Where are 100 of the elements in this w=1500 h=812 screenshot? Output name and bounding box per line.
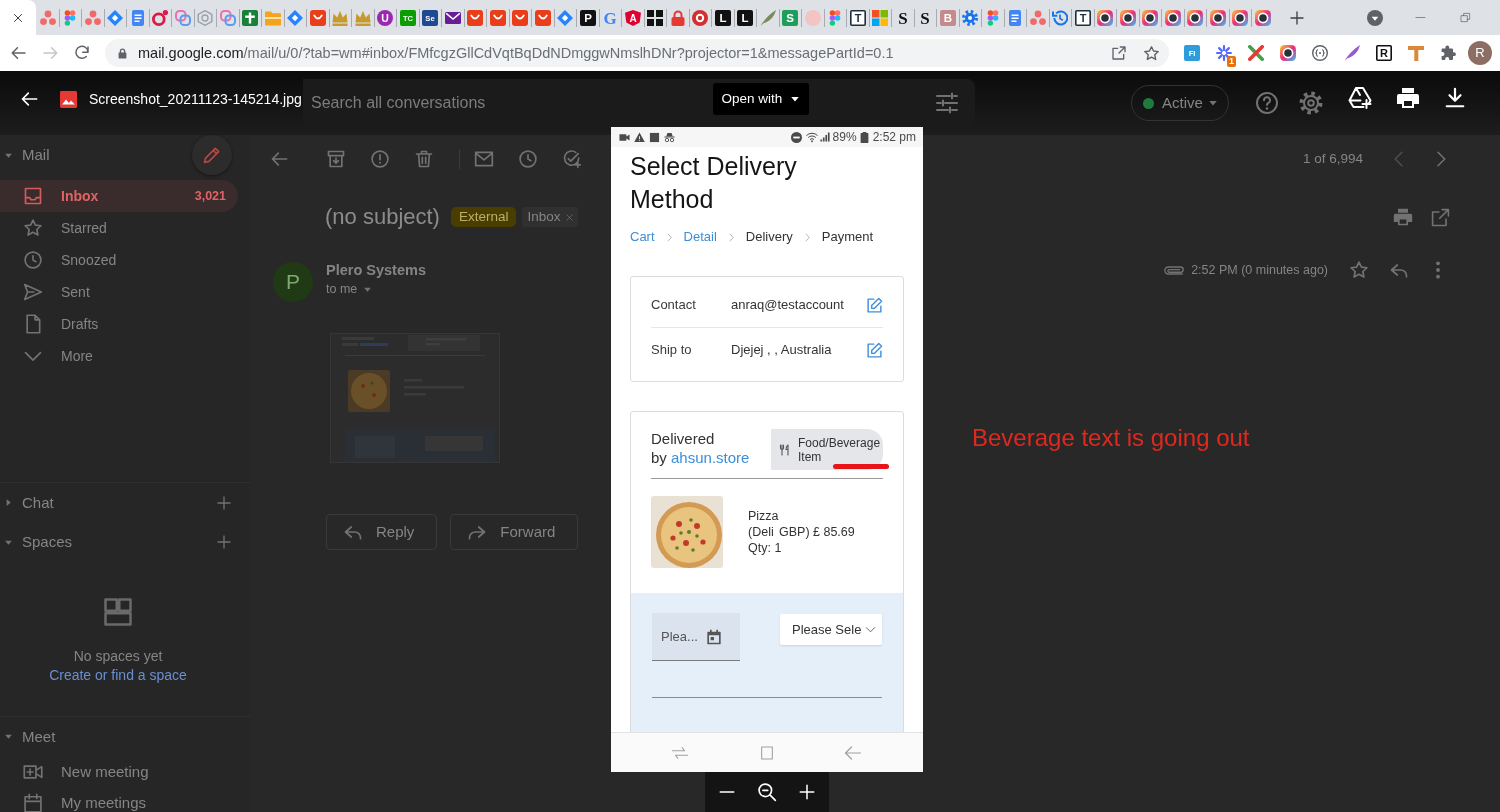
bookmark-star-icon[interactable] (1143, 44, 1160, 62)
reload-icon[interactable] (73, 44, 91, 62)
browser-tab[interactable]: T (1072, 0, 1094, 35)
calendar-icon[interactable] (706, 628, 722, 645)
forward-icon[interactable] (41, 44, 59, 62)
star-icon (23, 218, 43, 238)
select-field[interactable]: Please Sele (780, 614, 882, 645)
send-icon (23, 282, 43, 302)
create-space-link[interactable]: Create or find a space (49, 666, 187, 684)
extension-button[interactable]: R (1368, 39, 1400, 67)
restore-icon[interactable] (1459, 12, 1471, 23)
download-icon[interactable] (1444, 87, 1466, 109)
section-heading: Spaces (22, 533, 73, 551)
browser-tab[interactable]: A (622, 0, 644, 35)
home-icon[interactable] (759, 744, 775, 761)
browser-tab[interactable]: P (577, 0, 599, 35)
add-task-icon[interactable] (562, 149, 582, 169)
label-chip: External (450, 207, 517, 227)
nav-item[interactable]: More (0, 340, 238, 372)
chevron-right-icon (664, 232, 674, 242)
lens-icon (1232, 9, 1249, 26)
browser-tab[interactable]: S (914, 0, 936, 35)
back-icon[interactable] (20, 89, 40, 109)
nav-item[interactable]: My meetings (0, 787, 250, 812)
open-with-button[interactable]: Open with (713, 83, 809, 115)
close-icon[interactable] (12, 11, 24, 24)
letter-tile-icon: B (939, 9, 956, 26)
caret-right-icon[interactable] (4, 498, 13, 507)
browser-tab[interactable]: L (712, 0, 734, 35)
time-text: 2:52 PM (0 minutes ago) (1191, 262, 1328, 278)
breadcrumb-link[interactable]: Payment (821, 229, 874, 245)
pencil-icon (202, 145, 222, 165)
forward-button[interactable]: Forward (450, 514, 579, 550)
zoom-icon[interactable] (757, 782, 777, 802)
date-field[interactable]: Plea... (652, 613, 740, 661)
sender-avatar: P (273, 262, 313, 302)
envelope-icon[interactable] (474, 149, 494, 169)
browser-tab[interactable]: U (374, 0, 396, 35)
address-bar[interactable]: mail.google.com/mail/u/0/?tab=wm#inbox/FMfcgzGllCdVqtBqDdNDmggwNmslhDNr?projector=1&messagePartId=0.1 (105, 39, 1169, 67)
edit-icon[interactable] (866, 296, 883, 314)
open-new-window-icon[interactable] (1431, 207, 1450, 227)
settings-icon[interactable] (1299, 91, 1323, 115)
field-label: Contact (651, 297, 697, 313)
extension-button[interactable]: 1 (1208, 39, 1240, 67)
compose-button[interactable] (192, 135, 232, 175)
nav-item[interactable]: Snoozed (0, 244, 238, 276)
breadcrumb-link[interactable]: Delivery (745, 229, 793, 245)
video-camera-icon (619, 131, 630, 143)
field-value: Djejej , , Australia (731, 342, 832, 358)
nav-item[interactable]: New meeting (0, 756, 250, 787)
caret-down-icon (790, 94, 801, 104)
report-icon[interactable] (370, 149, 390, 169)
browser-tab[interactable]: T (847, 0, 869, 35)
breadcrumb-link[interactable]: Detail (683, 229, 717, 245)
sender-name: Plero Systems (326, 262, 426, 278)
chevron-right-icon (802, 232, 812, 242)
letter-tile-icon: S (782, 9, 799, 26)
nav-item[interactable]: Inbox 3,021 (0, 180, 238, 212)
caret-circle-icon[interactable] (1366, 9, 1383, 26)
wifi-icon (805, 131, 818, 143)
trash-icon[interactable] (414, 149, 434, 169)
browser-tab[interactable]: L (734, 0, 756, 35)
filter-icon[interactable] (935, 91, 959, 115)
browser-tab[interactable]: S (892, 0, 914, 35)
lens-icon (1142, 9, 1159, 26)
edit-icon[interactable] (866, 341, 883, 359)
archive-icon[interactable] (326, 149, 346, 169)
browser-tab[interactable]: B (937, 0, 959, 35)
delivered-by-text: by ahsun.store (651, 448, 750, 467)
help-icon[interactable] (1255, 91, 1279, 115)
share-icon[interactable] (1111, 45, 1127, 61)
plus-icon[interactable] (216, 494, 232, 511)
subject-text: (no subject) (325, 203, 440, 231)
zoom-in-icon[interactable] (798, 783, 816, 801)
browser-tab[interactable]: S (779, 0, 801, 35)
nav-item[interactable]: Drafts (0, 308, 238, 340)
breadcrumb-link[interactable]: Cart (630, 229, 655, 245)
snooze-clock-icon[interactable] (518, 149, 538, 169)
count-badge: 1 (1227, 56, 1236, 67)
spaces-icon (103, 597, 133, 627)
item-name: Pizza (Deli (748, 508, 779, 540)
lens-icon (1119, 9, 1136, 26)
caret-down-icon[interactable] (4, 732, 13, 741)
star-icon[interactable] (1349, 260, 1369, 280)
profile-avatar[interactable]: R (1468, 41, 1492, 65)
store-link[interactable]: ahsun.store (671, 449, 750, 466)
browser-tab[interactable]: G (599, 0, 621, 35)
warning-icon (634, 131, 645, 143)
attachment-preview-drawing[interactable] (330, 333, 500, 463)
plus-icon[interactable] (216, 534, 232, 550)
new-tab-icon[interactable] (1288, 9, 1305, 26)
remove-icon[interactable] (564, 212, 574, 222)
print-icon[interactable] (1396, 86, 1420, 110)
lens-icon (1280, 45, 1296, 61)
nav-item[interactable]: Sent (0, 276, 238, 308)
reply-button[interactable]: Reply (326, 514, 438, 550)
triangle-plus-icon[interactable] (1348, 86, 1372, 110)
square-icon (649, 131, 660, 143)
inbox-icon (23, 186, 43, 206)
nav-item[interactable]: Starred (0, 212, 238, 244)
